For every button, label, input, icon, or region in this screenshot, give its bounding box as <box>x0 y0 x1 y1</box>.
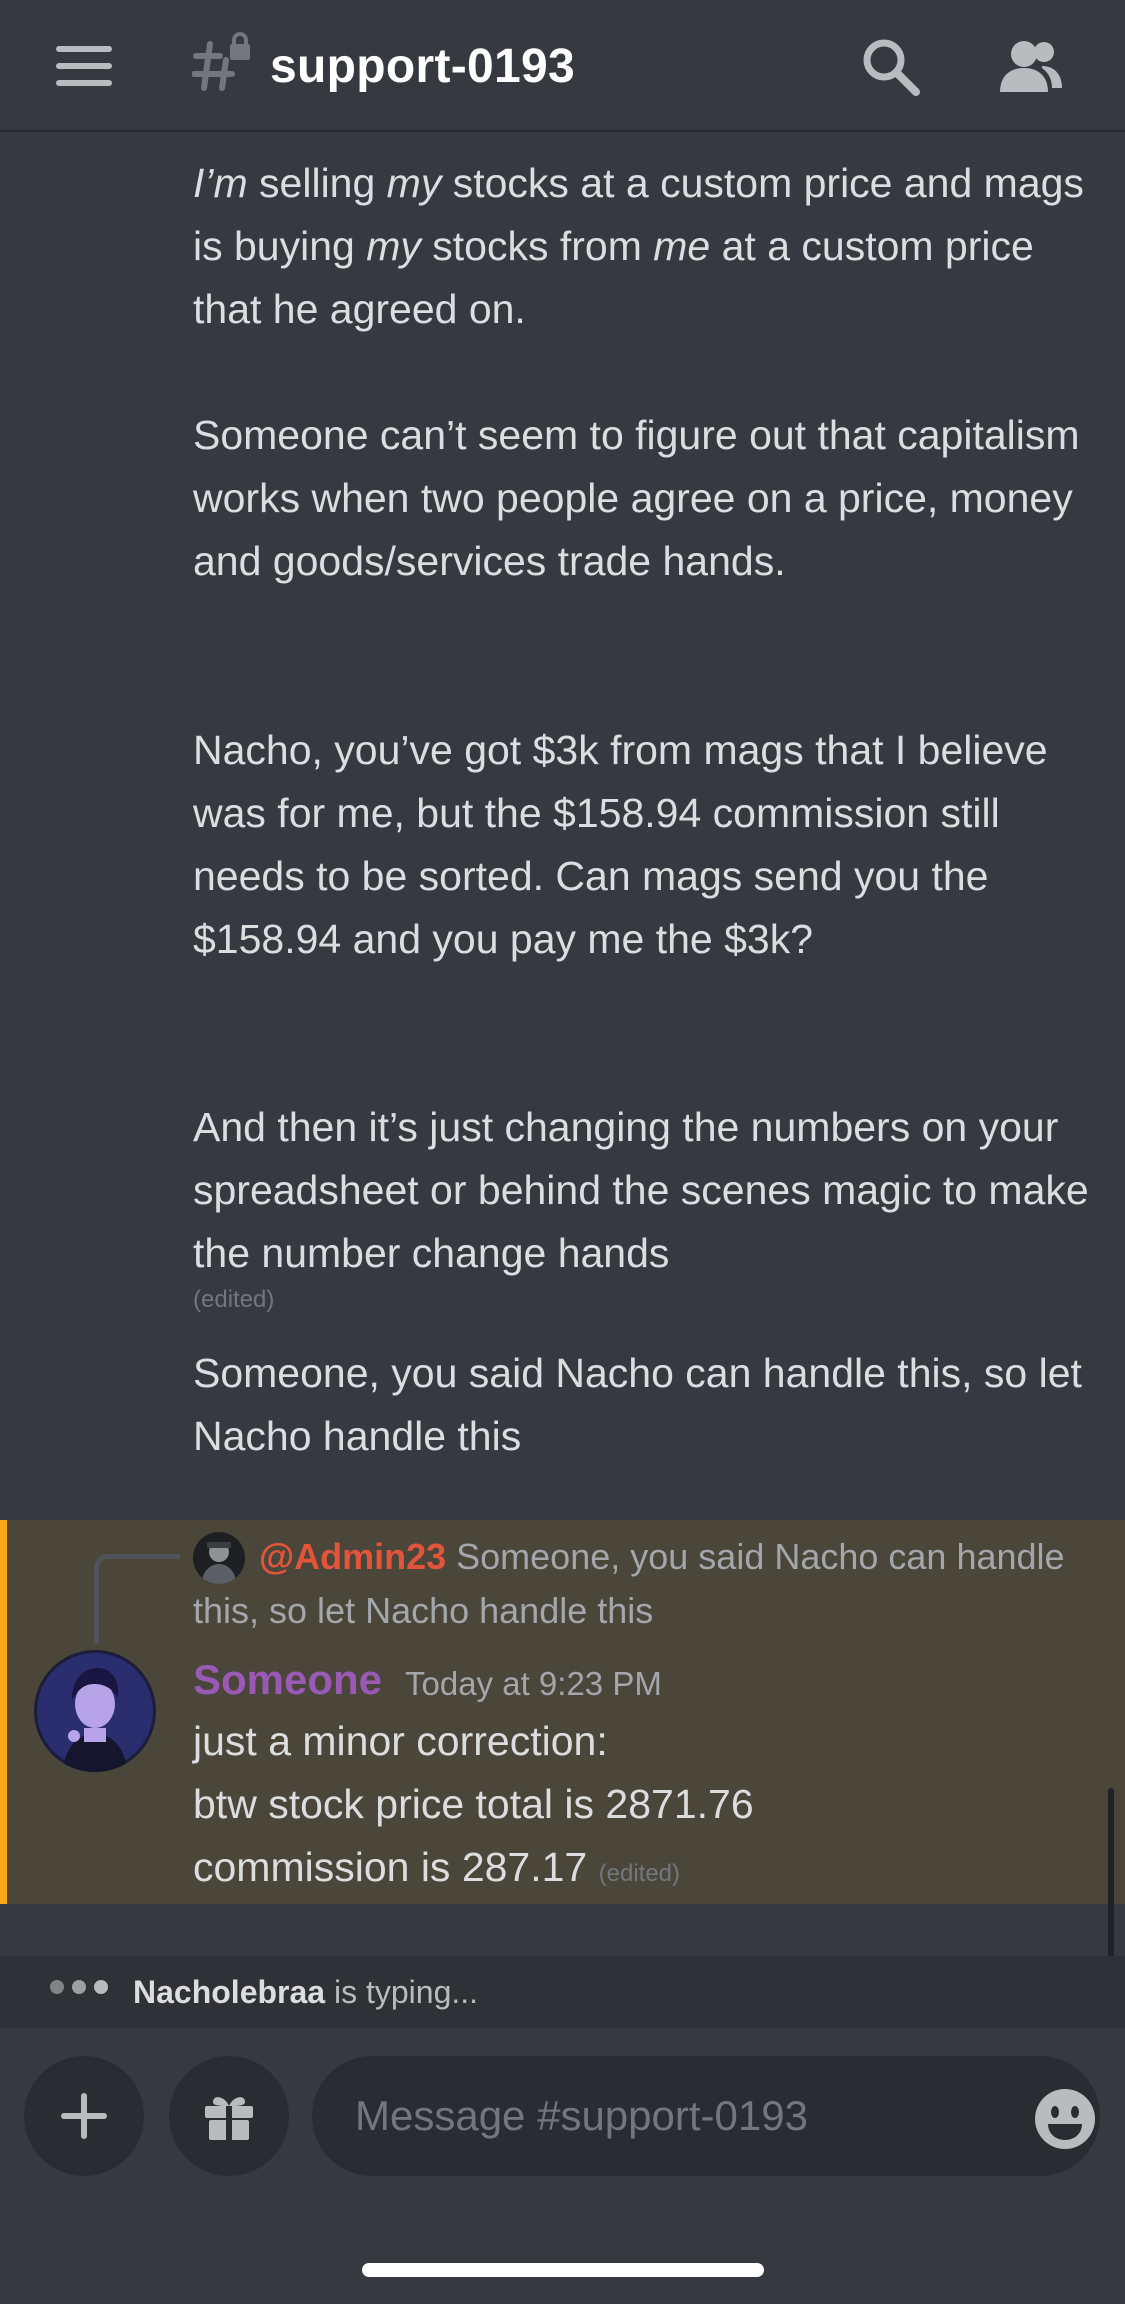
channel-header: support-0193 <box>0 0 1125 132</box>
edited-label: (edited) <box>598 1860 681 1887</box>
gift-icon <box>205 2097 253 2140</box>
home-indicator[interactable] <box>362 2263 764 2277</box>
italic-text: my <box>366 223 421 269</box>
author-name[interactable]: Someone <box>193 1650 382 1710</box>
message-text-capitalism: Someone can’t seem to figure out that ca… <box>193 412 1080 584</box>
italic-text: me <box>653 223 711 269</box>
add-attachment-button[interactable] <box>24 2056 144 2176</box>
plus-icon <box>61 2093 107 2139</box>
message-text-selling: I’m selling my stocks at a custom price … <box>193 152 1093 341</box>
avatar[interactable] <box>34 1650 156 1772</box>
typing-dots-icon <box>50 1980 116 1999</box>
edited-label: (edited) <box>193 1286 275 1313</box>
reply-connector <box>94 1554 180 1644</box>
mention-message[interactable]: @Admin23 Someone, you said Nacho can hand… <box>0 1520 1125 1904</box>
italic-text: I’m <box>193 160 248 206</box>
message-text-segment: selling <box>247 160 387 206</box>
menu-icon[interactable] <box>56 46 112 86</box>
search-icon[interactable] <box>858 34 924 100</box>
locked-channel-icon <box>192 32 250 91</box>
message-text-commission: Nacho, you’ve got $3k from mags that I b… <box>193 727 1048 962</box>
typing-text: Nacholebraa is typing... <box>133 1970 478 2014</box>
emoji-icon[interactable] <box>1032 2086 1098 2152</box>
typing-indicator: Nacholebraa is typing... <box>0 1956 1125 2028</box>
mention-highlight-bar <box>0 1520 7 1904</box>
message-text-spreadsheet: And then it’s just changing the numbers … <box>193 1104 1089 1276</box>
italic-text: my <box>386 160 442 206</box>
gift-button[interactable] <box>169 2056 289 2176</box>
message-text-segment: stocks from <box>420 223 654 269</box>
scrollbar[interactable] <box>1108 1788 1114 1956</box>
message-text-handle: Someone, you said Nacho can handle this,… <box>193 1350 1082 1459</box>
message-line-stock-price: btw stock price total is 2871.76 <box>193 1781 754 1827</box>
reply-preview[interactable]: @Admin23 Someone, you said Nacho can hand… <box>193 1530 1093 1638</box>
message-composer <box>0 2028 1125 2304</box>
channel-title: support-0193 <box>270 40 576 93</box>
reply-mention[interactable]: @Admin23 <box>259 1536 446 1577</box>
message-line-commission: commission is 287.17 (edited) <box>193 1844 681 1890</box>
message-line-correction: just a minor correction: <box>193 1718 608 1764</box>
mention-message-body: just a minor correction: btw stock price… <box>193 1710 1093 1905</box>
typing-suffix: is typing... <box>325 1974 479 2010</box>
members-icon[interactable] <box>998 34 1064 100</box>
message-timestamp: Today at 9:23 PM <box>405 1665 662 1702</box>
message-input[interactable] <box>312 2056 1100 2176</box>
typing-user: Nacholebraa <box>133 1974 326 2010</box>
message-list[interactable]: I’m selling my stocks at a custom price … <box>0 134 1125 1956</box>
